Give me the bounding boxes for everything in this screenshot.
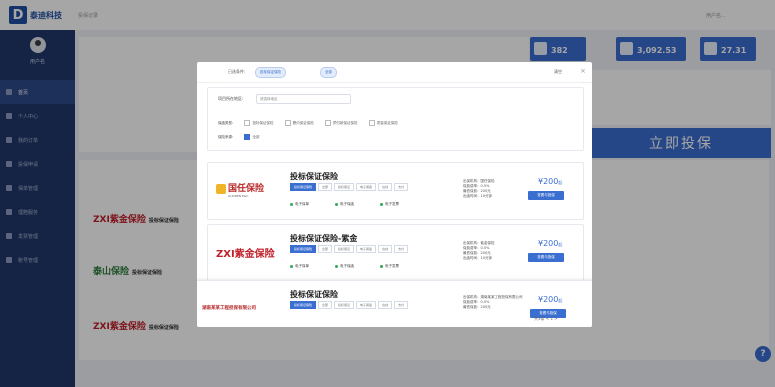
product-details: 出保机构：湖南某某工程担保有限公司 保费费率：0.5% 最低保费：200元 [463,295,523,309]
modal-header: 已选条件: 投标保证保险 全部 清空 × [197,62,592,83]
insurer-logo: 湖南某某工程担保有限公司 [202,306,256,311]
product-details: 出保机构：紫金保险 保费费率：0.5% 最低保费：200元 出函时间：10分钟 [463,241,495,260]
filter-panel: 项目所在地区: 请选择地区 保函类型: 投标保证保险 履约保证保险 预付款保证保… [207,87,584,151]
badge: 支付 [394,245,409,253]
type-filter-row: 保函类型: 投标保证保险 履约保证保险 预付款保证保险 质量保证保险 [218,120,408,126]
checkbox[interactable] [244,120,251,126]
feature-item: 电子保函 [335,202,380,207]
feature-item: 电子发票 [380,202,425,207]
source-option[interactable]: 全部 [244,134,259,140]
product-features: 电子保单 电子保函 电子发票 [290,201,425,207]
feature-item: 电子发票 [380,264,425,269]
product-price: ¥200起 [538,239,563,248]
product-card[interactable]: 国任保险 GUOREN P&C 投标保证保险 投标保证保险 全部 投标保证 电子保函 在线… [207,162,584,220]
product-card[interactable]: 湖南某某工程担保有限公司 投标保证保险 投标保证保险 全部 投标保证 电子保函 在线 支付… [197,280,592,327]
badge: 全部 [318,183,333,191]
product-price: ¥200起 [538,177,563,186]
product-badges: 投标保证保险 全部 投标保证 电子保函 在线 支付 [290,245,410,253]
product-title: 投标保证保险 [290,172,338,181]
selected-conditions-label: 已选条件: [228,69,246,74]
region-select[interactable]: 请选择地区 [256,94,351,104]
type-label: 保函类型: [218,121,234,125]
badge: 全部 [318,301,333,309]
insurer-logo: ZXI紫金保险 [216,249,275,260]
badge: 投标保证保险 [290,301,317,309]
product-features: 电子保单 电子保函 电子发票 [290,263,425,269]
feature-item: 电子保函 [335,264,380,269]
badge: 支付 [394,183,409,191]
source-filter-row: 保险来源: 全部 [218,134,269,140]
badge: 全部 [318,245,333,253]
feature-item: 电子保单 [290,202,335,207]
product-title: 投标保证保险 [290,290,338,299]
product-details: 出保机构：国任保险 保费费率：0.5% 最低保费：200元 出函时间：10分钟 [463,179,495,198]
selected-tag[interactable]: 投标保证保险 [255,67,286,78]
product-price: ¥200起 [538,295,563,304]
checkbox[interactable] [284,120,291,126]
checkbox[interactable] [325,120,332,126]
clear-button[interactable]: 清空 [554,69,562,75]
badge: 支付 [394,301,409,309]
badge: 在线 [378,183,393,191]
selected-tag[interactable]: 全部 [320,67,337,78]
badge: 投标保证 [334,245,355,253]
feature-item: 电子保单 [290,264,335,269]
badge: 投标保证 [334,183,355,191]
badge: 在线 [378,245,393,253]
product-select-modal: 已选条件: 投标保证保险 全部 清空 × 项目所在地区: 请选择地区 保函类型:… [197,62,592,327]
view-and-insure-button[interactable]: 查看与投保 [528,191,564,200]
type-option[interactable]: 投标保证保险 [244,120,273,126]
guoren-logo-icon [216,183,226,194]
pagination[interactable]: 共3条 < 1 > [534,316,558,322]
badge: 投标保证 [334,301,355,309]
close-icon[interactable]: × [580,67,586,75]
badge: 电子保函 [356,183,377,191]
checkbox[interactable] [244,134,251,140]
badge: 电子保函 [356,301,377,309]
badge: 投标保证保险 [290,245,317,253]
source-label: 保险来源: [218,135,234,139]
checkbox[interactable] [368,120,375,126]
type-option[interactable]: 质量保证保险 [368,120,398,126]
badge: 投标保证保险 [290,183,317,191]
region-label: 项目所在地区: [218,96,244,101]
region-filter-row: 项目所在地区: [218,96,243,102]
type-option[interactable]: 预付款保证保险 [325,120,358,126]
product-title: 投标保证保险-紫金 [290,234,358,243]
product-badges: 投标保证保险 全部 投标保证 电子保函 在线 支付 [290,183,410,191]
insurer-logo: 国任保险 GUOREN P&C [216,181,264,198]
badge: 电子保函 [356,245,377,253]
badge: 在线 [378,301,393,309]
view-and-insure-button[interactable]: 查看与投保 [528,253,564,262]
type-option[interactable]: 履约保证保险 [284,120,314,126]
product-card[interactable]: ZXI紫金保险 投标保证保险-紫金 投标保证保险 全部 投标保证 电子保函 在线 支付 电… [207,224,584,282]
product-badges: 投标保证保险 全部 投标保证 电子保函 在线 支付 [290,301,410,309]
